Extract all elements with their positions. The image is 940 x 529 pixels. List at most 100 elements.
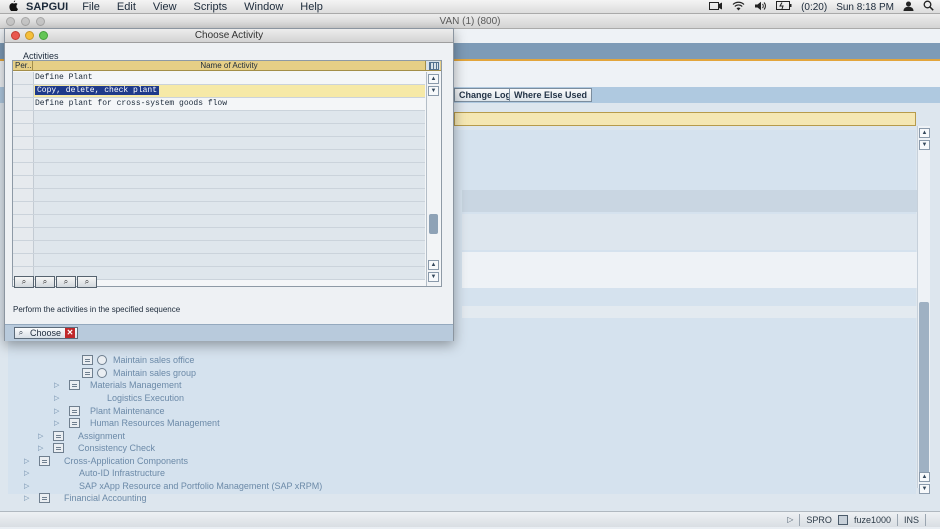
table-row[interactable]: [13, 111, 425, 124]
zoom-icon[interactable]: [39, 31, 48, 40]
expand-icon[interactable]: ▷: [24, 494, 32, 502]
tree-node-assignment[interactable]: ▷ Assignment: [38, 430, 125, 442]
minimize-icon[interactable]: [21, 17, 30, 26]
tree-scrollbar[interactable]: ▲ ▼ ▲ ▼: [917, 126, 930, 494]
documentation-icon[interactable]: [39, 456, 50, 466]
row-selector[interactable]: [13, 189, 34, 201]
table-row[interactable]: [13, 163, 425, 176]
documentation-icon[interactable]: [69, 418, 80, 428]
close-icon[interactable]: [11, 31, 20, 40]
table-scrollbar[interactable]: ▲ ▼ ▲ ▼: [426, 72, 440, 286]
table-settings-icon[interactable]: [425, 61, 440, 70]
execute-activity-icon[interactable]: [97, 368, 107, 378]
row-selector[interactable]: [13, 111, 34, 123]
table-row[interactable]: [13, 241, 425, 254]
table-row[interactable]: Define plant for cross-system goods flow: [13, 98, 425, 111]
row-selector[interactable]: [13, 124, 34, 136]
user-icon[interactable]: [903, 1, 914, 14]
row-selector[interactable]: [13, 241, 34, 253]
scroll-up-button[interactable]: ▲: [919, 128, 930, 138]
documentation-icon[interactable]: [82, 355, 93, 365]
documentation-icon[interactable]: [69, 406, 80, 416]
tree-node-plant-maintenance[interactable]: ▷ Plant Maintenance: [54, 405, 165, 417]
scrollbar-thumb[interactable]: [919, 302, 929, 476]
minimize-icon[interactable]: [25, 31, 34, 40]
zoom-icon[interactable]: [36, 17, 45, 26]
choose-button[interactable]: ⌕ Choose ✕: [14, 327, 79, 339]
scroll-down-button[interactable]: ▼: [428, 86, 439, 96]
menu-scripts[interactable]: Scripts: [194, 1, 228, 13]
tree-node-sap-xrpm[interactable]: ▷ SAP xApp Resource and Portfolio Manage…: [24, 480, 322, 492]
table-row[interactable]: [13, 137, 425, 150]
table-row[interactable]: [13, 254, 425, 267]
row-selector[interactable]: [13, 202, 34, 214]
change-log-button[interactable]: Change Log: [454, 88, 516, 102]
table-row-selected[interactable]: Copy, delete, check plant: [13, 85, 425, 98]
documentation-icon[interactable]: [39, 493, 50, 503]
wifi-icon[interactable]: [732, 1, 745, 14]
documentation-icon[interactable]: [53, 431, 64, 441]
scroll-up-button[interactable]: ▲: [428, 260, 439, 270]
table-row[interactable]: [13, 215, 425, 228]
row-selector[interactable]: [13, 228, 34, 240]
close-icon[interactable]: [6, 17, 15, 26]
cancel-icon[interactable]: ✕: [65, 328, 76, 338]
system-info-icon[interactable]: [837, 514, 848, 525]
apple-icon[interactable]: [0, 0, 26, 14]
expand-icon[interactable]: ▷: [24, 469, 32, 477]
row-selector[interactable]: [13, 137, 34, 149]
scroll-up-button[interactable]: ▲: [428, 74, 439, 84]
column-header-per[interactable]: Per..: [13, 61, 33, 70]
column-header-name[interactable]: Name of Activity: [34, 61, 424, 70]
row-selector[interactable]: [13, 254, 34, 266]
scroll-down-button[interactable]: ▼: [919, 484, 930, 494]
table-row[interactable]: Define Plant: [13, 72, 425, 85]
tree-node-logistics-execution[interactable]: ▷ Logistics Execution: [54, 392, 184, 404]
menubar-clock[interactable]: Sun 8:18 PM: [836, 2, 894, 13]
scroll-down-button[interactable]: ▼: [428, 272, 439, 282]
expand-icon[interactable]: ▷: [54, 394, 62, 402]
row-selector[interactable]: [13, 72, 34, 84]
expand-icon[interactable]: ▷: [24, 482, 32, 490]
scroll-up-button[interactable]: ▲: [919, 472, 930, 482]
table-row[interactable]: [13, 150, 425, 163]
select-all-icon[interactable]: ⌕: [14, 276, 34, 288]
status-expand-icon[interactable]: ▷: [787, 515, 793, 524]
tree-node-consistency-check[interactable]: ▷ Consistency Check: [38, 442, 155, 454]
tree-node-cross-application[interactable]: ▷ Cross-Application Components: [24, 455, 188, 467]
tree-node-sales-office[interactable]: Maintain sales office: [82, 354, 194, 366]
expand-icon[interactable]: ▷: [54, 407, 62, 415]
row-selector[interactable]: [13, 163, 34, 175]
row-selector[interactable]: [13, 85, 34, 97]
battery-icon[interactable]: [776, 1, 792, 13]
documentation-icon[interactable]: [53, 443, 64, 453]
row-selector[interactable]: [13, 98, 34, 110]
app-name[interactable]: SAPGUI: [26, 1, 68, 13]
tree-node-human-resources[interactable]: ▷ Human Resources Management: [54, 417, 220, 429]
execute-activity-icon[interactable]: [97, 355, 107, 365]
deselect-all-icon[interactable]: ⌕: [35, 276, 55, 288]
row-selector[interactable]: [13, 215, 34, 227]
menu-help[interactable]: Help: [300, 1, 323, 13]
details-icon[interactable]: ⌕: [77, 276, 97, 288]
table-row[interactable]: [13, 202, 425, 215]
tree-node-financial-accounting[interactable]: ▷ Financial Accounting: [24, 492, 147, 504]
scroll-down-button[interactable]: ▼: [919, 140, 930, 150]
expand-icon[interactable]: ▷: [24, 457, 32, 465]
table-row[interactable]: [13, 124, 425, 137]
where-else-used-button[interactable]: Where Else Used: [509, 88, 593, 102]
tree-node-sales-group[interactable]: Maintain sales group: [82, 367, 196, 379]
documentation-icon[interactable]: [69, 380, 80, 390]
volume-icon[interactable]: [754, 1, 767, 14]
row-selector[interactable]: [13, 176, 34, 188]
expand-icon[interactable]: ▷: [54, 419, 62, 427]
expand-icon[interactable]: ▷: [38, 444, 46, 452]
row-selector[interactable]: [13, 150, 34, 162]
menu-file[interactable]: File: [82, 1, 100, 13]
expand-icon[interactable]: ▷: [54, 381, 62, 389]
scrollbar-thumb[interactable]: [429, 214, 438, 234]
menu-view[interactable]: View: [153, 1, 177, 13]
menu-window[interactable]: Window: [244, 1, 283, 13]
documentation-icon[interactable]: [82, 368, 93, 378]
table-row[interactable]: [13, 189, 425, 202]
